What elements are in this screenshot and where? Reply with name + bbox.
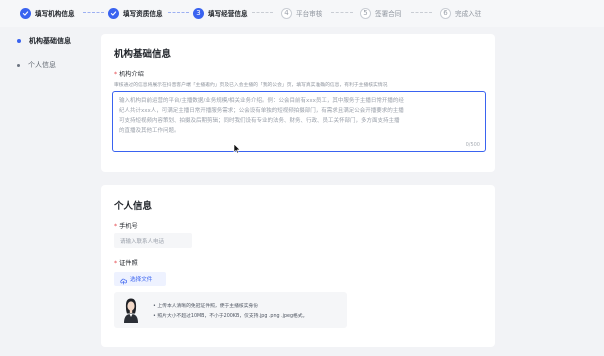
- intro-label-text: 机构介绍: [119, 71, 144, 78]
- step-connector: [411, 12, 432, 13]
- step-connector: [168, 12, 189, 13]
- nav-item-label: 机构基础信息: [29, 37, 71, 45]
- id-photo-label: * 证件照: [114, 258, 138, 267]
- mouse-pointer-icon: [233, 143, 241, 154]
- check-icon: [108, 7, 119, 19]
- step-1: 填写机构信息: [20, 6, 75, 20]
- section-title: 机构基础信息: [114, 49, 172, 60]
- nav-item-org-info[interactable]: 机构基础信息: [14, 34, 94, 48]
- intro-label: * 机构介绍: [114, 69, 144, 78]
- phone-label-text: 手机号: [119, 223, 138, 230]
- step-label: 平台审核: [296, 10, 323, 18]
- phone-input[interactable]: 请输入联系人电话: [114, 233, 192, 248]
- step-2: 填写资质信息: [108, 6, 163, 20]
- intro-hint: 审核通过的信息将展示在抖音客户端「主播邀约」页及已入会主播的「我的公会」页，填写…: [114, 83, 388, 88]
- upload-icon: [120, 270, 127, 289]
- step-number: 4: [281, 7, 292, 19]
- section-nav: 机构基础信息 个人信息: [14, 34, 94, 82]
- step-label: 完成入驻: [455, 10, 482, 18]
- upload-file-button[interactable]: 选择文件: [114, 272, 166, 286]
- id-photo-label-text: 证件照: [119, 260, 138, 267]
- step-label: 填写机构信息: [35, 10, 75, 18]
- nav-bullet-icon: [17, 63, 20, 67]
- progress-steps: 填写机构信息 填写资质信息 3 填写经营信息 4 平台审核 5 签署合同 6 完…: [0, 0, 604, 27]
- required-mark: *: [114, 223, 118, 230]
- required-mark: *: [114, 71, 118, 78]
- step-label: 填写资质信息: [123, 10, 163, 18]
- required-mark: *: [114, 260, 118, 267]
- textarea-placeholder-line: 可支持短视频内容策划、拍摄及后期剪辑；同时我们设有专业的法务、财务、行政、员工关…: [119, 118, 400, 124]
- step-label: 签署合同: [375, 10, 402, 18]
- intro-textarea[interactable]: 输入机构目前运营的平台/主播数据/业务规模/相关业务介绍。例：公会目前有xxx员…: [112, 91, 486, 152]
- step-4: 4 平台审核: [281, 6, 322, 20]
- step-connector: [83, 12, 104, 13]
- id-photo-requirements: • 上传本人清晰的免冠证件照，便于主播核实身份 • 照片大小不超过10MB，不小…: [114, 292, 347, 328]
- requirement-line: • 照片大小不超过10MB，不小于200KB，仅支持.jpg .png .jpe…: [153, 314, 308, 319]
- phone-label: * 手机号: [114, 221, 138, 230]
- step-5: 5 签署合同: [360, 6, 401, 20]
- section-title: 个人信息: [114, 201, 153, 212]
- personal-info-card: 个人信息 * 手机号 请输入联系人电话 * 证件照 选择文件 • 上传本人清晰的免冠…: [101, 185, 495, 347]
- char-counter: 0/500: [465, 142, 480, 148]
- textarea-placeholder-line: 输入机构目前运营的平台/主播数据/业务规模/相关业务介绍。例：公会目前有xxx员…: [119, 98, 404, 104]
- nav-item-label: 个人信息: [28, 61, 56, 69]
- step-number: 3: [193, 7, 204, 19]
- requirement-line: • 上传本人清晰的免冠证件照，便于主播核实身份: [153, 304, 259, 309]
- check-icon: [20, 7, 31, 19]
- step-connector: [331, 12, 353, 13]
- step-connector: [252, 12, 273, 13]
- step-number: 6: [440, 7, 451, 19]
- step-number: 5: [360, 7, 371, 19]
- step-3: 3 填写经营信息: [193, 6, 248, 20]
- sample-portrait-image: [121, 296, 141, 323]
- upload-button-label: 选择文件: [130, 277, 153, 283]
- step-6: 6 完成入驻: [440, 6, 481, 20]
- nav-bullet-icon: [17, 39, 21, 43]
- textarea-placeholder-line: 纪人共计xxx人，可满足主播日常开播服务需求；公会设有单独的短视频拍摄部门，有需…: [119, 108, 404, 114]
- step-label: 填写经营信息: [208, 10, 248, 18]
- textarea-placeholder-line: 的直播及其他工作问题。: [119, 128, 180, 134]
- nav-item-personal-info[interactable]: 个人信息: [14, 58, 94, 72]
- phone-placeholder: 请输入联系人电话: [120, 238, 165, 245]
- org-info-card: 机构基础信息 * 机构介绍 审核通过的信息将展示在抖音客户端「主播邀约」页及已入会…: [101, 34, 495, 172]
